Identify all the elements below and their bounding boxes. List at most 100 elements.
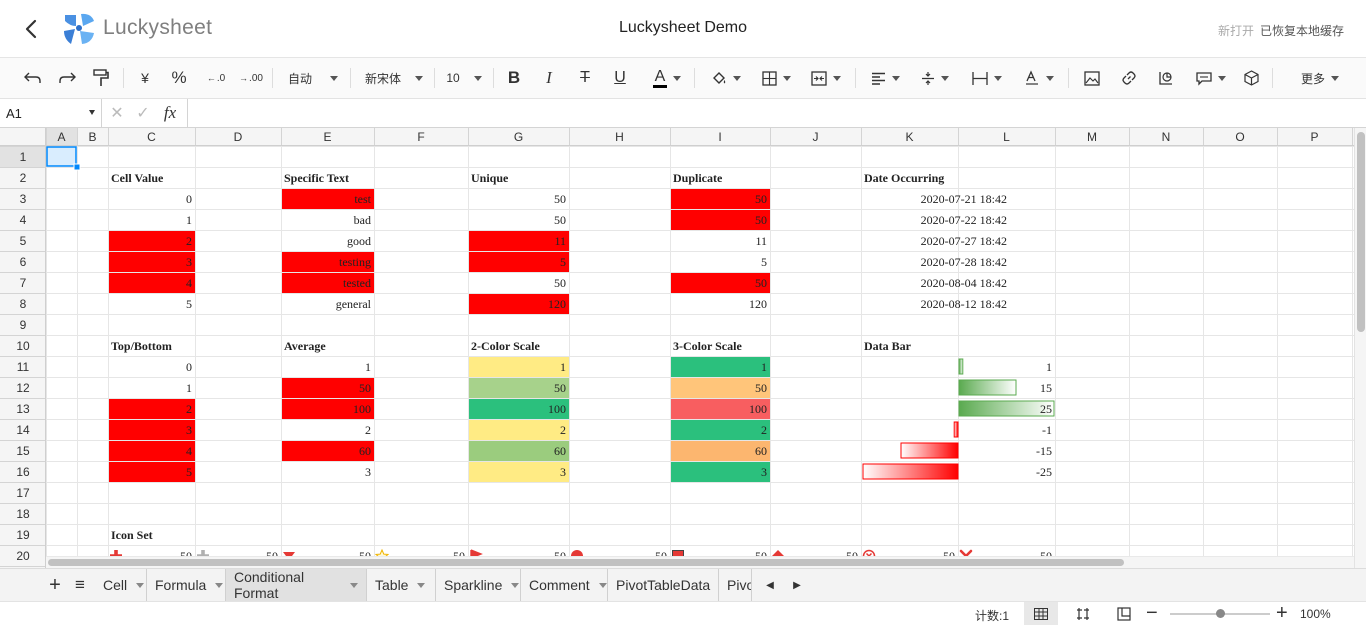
page-break-view-button[interactable] bbox=[1066, 602, 1100, 625]
spreadsheet-grid[interactable]: A B C D E F G H I J K L M N O P 1 2 3 4 5 6 7 8 9 10 11 12 13 14 15 16 1… bbox=[0, 128, 1366, 568]
cell-e2[interactable]: Specific Text bbox=[284, 171, 349, 185]
column-header-j[interactable]: J bbox=[813, 130, 819, 144]
row-header-19[interactable]: 19 bbox=[16, 528, 30, 542]
percent-button[interactable]: % bbox=[166, 58, 192, 98]
cell-i4[interactable]: 50 bbox=[755, 213, 767, 227]
column-header-f[interactable]: F bbox=[417, 130, 424, 144]
normal-view-button[interactable] bbox=[1024, 602, 1058, 625]
row-header-20[interactable]: 20 bbox=[16, 549, 30, 563]
cell-g2[interactable]: Unique bbox=[471, 171, 509, 185]
chevron-down-icon[interactable] bbox=[215, 582, 224, 588]
cell-g16[interactable]: 3 bbox=[560, 465, 566, 479]
cell-k2[interactable]: Date Occurring bbox=[864, 171, 944, 185]
row-header-16[interactable]: 16 bbox=[16, 465, 30, 479]
cancel-formula-icon[interactable]: ✕ bbox=[108, 99, 126, 127]
cell-l16[interactable]: -25 bbox=[1036, 465, 1052, 479]
cell-g10[interactable]: 2-Color Scale bbox=[471, 339, 540, 353]
row-header-10[interactable]: 10 bbox=[16, 339, 30, 353]
currency-button[interactable]: ¥ bbox=[132, 58, 158, 98]
confirm-formula-icon[interactable]: ✓ bbox=[134, 99, 152, 127]
add-sheet-icon[interactable]: + bbox=[45, 573, 65, 597]
cell-e15[interactable]: 60 bbox=[359, 444, 371, 458]
horizontal-scrollbar[interactable] bbox=[46, 556, 1354, 568]
cell-e6[interactable]: testing bbox=[339, 255, 371, 269]
cell-g14[interactable]: 2 bbox=[560, 423, 566, 437]
cell-c14[interactable]: 3 bbox=[186, 423, 192, 437]
cell-g12[interactable]: 50 bbox=[554, 381, 566, 395]
decrease-decimal-button[interactable]: ← .0 bbox=[202, 58, 230, 98]
text-wrap-button[interactable] bbox=[966, 58, 1008, 98]
chevron-down-icon[interactable] bbox=[598, 582, 607, 588]
text-rotate-button[interactable] bbox=[1018, 58, 1060, 98]
number-format-select[interactable]: 自动 bbox=[282, 58, 344, 98]
cell-k3[interactable]: 2020-07-21 18:42 bbox=[921, 192, 1007, 206]
sheet-list-icon[interactable]: ≡ bbox=[70, 573, 90, 597]
cell-i7[interactable]: 50 bbox=[755, 276, 767, 290]
row-header-8[interactable]: 8 bbox=[20, 297, 27, 311]
cell-g5[interactable]: 11 bbox=[554, 234, 566, 248]
insert-chart-button[interactable] bbox=[1154, 58, 1178, 98]
cell-e13[interactable]: 100 bbox=[353, 402, 371, 416]
row-header-15[interactable]: 15 bbox=[16, 444, 30, 458]
cell-c2[interactable]: Cell Value bbox=[111, 171, 164, 185]
merge-cells-button[interactable] bbox=[805, 58, 847, 98]
cell-l12[interactable]: 15 bbox=[1040, 381, 1052, 395]
cell-l15[interactable]: -15 bbox=[1036, 444, 1052, 458]
cell-e4[interactable]: bad bbox=[354, 213, 371, 227]
cell-e12[interactable]: 50 bbox=[359, 381, 371, 395]
fill-handle[interactable] bbox=[73, 163, 81, 171]
vertical-scrollbar[interactable] bbox=[1354, 128, 1366, 568]
cell-k5[interactable]: 2020-07-27 18:42 bbox=[921, 234, 1007, 248]
row-header-7[interactable]: 7 bbox=[20, 276, 27, 290]
cell-i16[interactable]: 3 bbox=[761, 465, 767, 479]
cell-c11[interactable]: 0 bbox=[186, 360, 192, 374]
zoom-in-icon[interactable]: + bbox=[1276, 603, 1288, 623]
cell-c3[interactable]: 0 bbox=[186, 192, 192, 206]
cell-c5[interactable]: 2 bbox=[186, 234, 192, 248]
vertical-align-button[interactable] bbox=[914, 58, 956, 98]
cell-i5[interactable]: 11 bbox=[755, 234, 767, 248]
chevron-down-icon[interactable] bbox=[511, 582, 520, 588]
insert-comment-button[interactable] bbox=[1190, 58, 1232, 98]
row-header-2[interactable]: 2 bbox=[20, 171, 27, 185]
row-header-13[interactable]: 13 bbox=[16, 402, 30, 416]
cell-i13[interactable]: 100 bbox=[749, 402, 767, 416]
cell-e7[interactable]: tested bbox=[343, 276, 371, 290]
cell-g6[interactable]: 5 bbox=[560, 255, 566, 269]
column-header-g[interactable]: G bbox=[514, 130, 523, 144]
cell-k4[interactable]: 2020-07-22 18:42 bbox=[921, 213, 1007, 227]
name-box[interactable] bbox=[0, 99, 102, 127]
document-title[interactable]: Luckysheet Demo bbox=[619, 19, 747, 36]
cell-g13[interactable]: 100 bbox=[548, 402, 566, 416]
cell-e5[interactable]: good bbox=[347, 234, 371, 248]
row-header-6[interactable]: 6 bbox=[20, 255, 27, 269]
cell-c13[interactable]: 2 bbox=[186, 402, 192, 416]
column-header-d[interactable]: D bbox=[234, 130, 243, 144]
column-header-l[interactable]: L bbox=[1003, 130, 1010, 144]
name-box-input[interactable] bbox=[0, 99, 88, 127]
cell-g4[interactable]: 50 bbox=[554, 213, 566, 227]
row-header-18[interactable]: 18 bbox=[16, 507, 30, 521]
column-header-i[interactable]: I bbox=[718, 130, 721, 144]
cell-e8[interactable]: general bbox=[336, 297, 372, 311]
redo-button[interactable] bbox=[54, 58, 80, 98]
cell-g15[interactable]: 60 bbox=[554, 444, 566, 458]
chevron-down-icon[interactable] bbox=[89, 110, 95, 115]
insert-image-button[interactable] bbox=[1080, 58, 1104, 98]
cell-i12[interactable]: 50 bbox=[755, 381, 767, 395]
tab-scroll-left-icon[interactable]: ◀ bbox=[758, 573, 782, 597]
cell-i3[interactable]: 50 bbox=[755, 192, 767, 206]
cell-i6[interactable]: 5 bbox=[761, 255, 767, 269]
cell-c7[interactable]: 4 bbox=[186, 276, 192, 290]
underline-button[interactable]: U bbox=[608, 58, 632, 98]
cell-g3[interactable]: 50 bbox=[554, 192, 566, 206]
chevron-down-icon[interactable] bbox=[136, 582, 145, 588]
cell-g11[interactable]: 1 bbox=[560, 360, 566, 374]
cell-c10[interactable]: Top/Bottom bbox=[111, 339, 172, 353]
column-header-c[interactable]: C bbox=[147, 130, 156, 144]
sheet-tab-sparkline[interactable]: Sparkline bbox=[436, 569, 521, 601]
cell-k6[interactable]: 2020-07-28 18:42 bbox=[921, 255, 1007, 269]
column-header-h[interactable]: H bbox=[615, 130, 624, 144]
cell-c6[interactable]: 3 bbox=[186, 255, 192, 269]
fill-color-button[interactable] bbox=[705, 58, 747, 98]
